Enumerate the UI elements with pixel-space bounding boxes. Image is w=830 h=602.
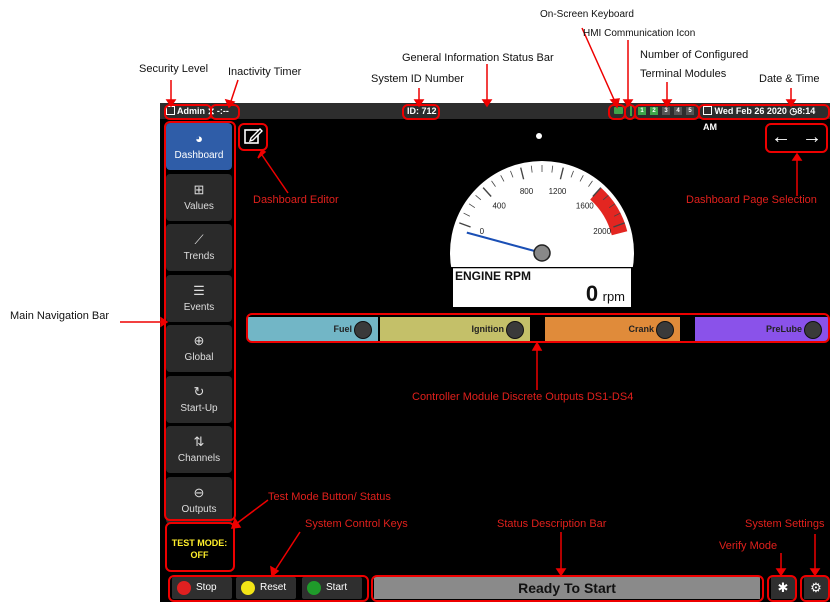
annotation-system-id: System ID Number [371,73,464,85]
annotation-comm-icon: HMI Communication Icon [583,28,696,39]
highlight-security-level [164,104,212,120]
highlight-verify [767,575,797,602]
page-indicator-dot [536,133,542,139]
gauge-hub [533,244,551,262]
annotation-main-nav: Main Navigation Bar [10,310,110,322]
gauge-tick-label: 800 [520,187,534,196]
highlight-status-desc [371,575,764,602]
annotation-inactivity-timer: Inactivity Timer [228,66,302,78]
highlight-outputs [246,313,830,343]
gauge-tick-label: 2000 [593,227,611,236]
gauge-tick-label: 400 [492,201,506,210]
annotation-verify-mode: Verify Mode [719,540,778,552]
highlight-settings [800,575,830,602]
highlight-datetime [698,104,830,120]
gauge-value: 0 [585,281,599,306]
annotation-terminal-modules-1: Number of Configured [640,49,749,61]
annotation-discrete-outputs: Controller Module Discrete Outputs DS1-D… [412,391,634,403]
gauge-tick-label: 1200 [549,187,567,196]
hmi-screen: Admin ⧗ -:-- ID: 712 12345 Wed Feb 26 20… [160,103,830,602]
highlight-control-keys [168,575,369,602]
highlight-terminal-modules [634,104,700,120]
highlight-inactivity-timer [210,104,240,120]
annotation-test-mode: Test Mode Button/ Status [268,491,391,503]
annotation-security-level: Security Level [139,63,209,75]
annotation-dashboard-editor: Dashboard Editor [253,194,339,206]
gauge-readout: ENGINE RPM 0 rpm [453,268,631,307]
annotation-status-desc: Status Description Bar [497,518,607,530]
annotation-keyboard: On-Screen Keyboard [540,9,634,20]
highlight-test-mode [165,522,235,572]
highlight-page-select [765,123,828,153]
annotation-control-keys: System Control Keys [305,518,408,530]
gauge-tick-label: 0 [480,227,485,236]
annotation-system-settings: System Settings [745,518,825,530]
gauge-unit: rpm [602,289,625,304]
annotation-date-time: Date & Time [759,73,820,85]
highlight-editor [238,123,268,151]
annotation-general-info: General Information Status Bar [402,52,554,64]
annotation-terminal-modules-2: Terminal Modules [640,68,727,80]
highlight-system-id [402,104,440,120]
gauge-tick-label: 1600 [576,201,594,210]
highlight-nav [164,121,236,521]
gauge-title: ENGINE RPM [455,269,532,283]
engine-rpm-gauge: 0 400 800 1200 1600 2000 ENGINE RPM 0 rpm [447,151,637,309]
gauge-value-display: 0 rpm [586,281,625,307]
annotation-page-selection: Dashboard Page Selection [686,194,817,206]
